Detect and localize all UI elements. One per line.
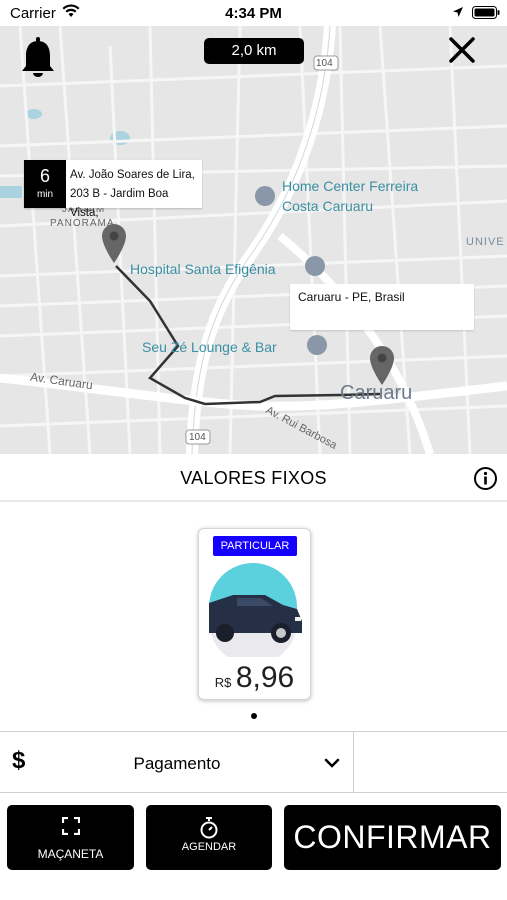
origin-address-line1: Av. João Soares de Lira, — [70, 169, 195, 181]
close-icon[interactable] — [448, 36, 476, 69]
origin-address: Av. João Soares de Lira, 203 B - Jardim … — [66, 160, 202, 219]
price-value: 8,96 — [235, 661, 295, 694]
page-indicator-dot — [251, 713, 257, 719]
battery-icon — [472, 6, 500, 24]
location-arrow-icon — [452, 5, 464, 23]
confirm-label: CONFIRMAR — [293, 819, 492, 855]
schedule-label: AGENDAR — [181, 841, 237, 853]
fares-header: VALORES FIXOS — [0, 454, 507, 502]
category-badge: PARTICULAR — [213, 536, 297, 556]
car-icon — [207, 561, 303, 665]
vehicle-option-card[interactable]: PARTICULAR R$ 8,96 — [198, 528, 311, 700]
place-univ: UNIVE — [466, 236, 505, 248]
fares-title: VALORES FIXOS — [180, 468, 327, 488]
route-map[interactable]: 104 104 Home Center Ferreira Costa Carua… — [0, 26, 507, 454]
eta-badge: 6 min — [24, 160, 66, 208]
eta-value: 6 — [39, 166, 50, 186]
payment-label: Pagamento — [133, 754, 221, 773]
chevron-down-icon — [324, 756, 340, 774]
place-home-center-1: Home Center Ferreira — [282, 178, 419, 194]
place-hospital: Hospital Santa Efigênia — [130, 261, 276, 277]
payment-row: $ Pagamento — [0, 731, 507, 793]
info-icon[interactable] — [473, 466, 498, 496]
origin-callout[interactable]: 6 min Av. João Soares de Lira, 203 B - J… — [24, 160, 202, 219]
handle-label: MAÇANETA — [37, 847, 104, 861]
confirm-button[interactable]: CONFIRMAR — [284, 805, 501, 870]
road-shield-104-top: 104 — [316, 58, 333, 69]
distance-pill: 2,0 km — [204, 38, 304, 64]
road-shield-104-bottom: 104 — [189, 432, 206, 443]
payment-select[interactable]: $ Pagamento — [0, 732, 354, 792]
scan-frame-icon — [7, 817, 134, 835]
eta-unit: min — [36, 189, 54, 200]
price-currency: R$ — [214, 675, 232, 690]
origin-pin-icon[interactable] — [100, 222, 128, 269]
destination-callout[interactable]: Caruaru - PE, Brasil — [290, 284, 474, 330]
status-bar: Carrier 4:34 PM — [0, 0, 507, 26]
bell-icon[interactable] — [20, 36, 56, 83]
place-home-center-2: Costa Caruaru — [282, 198, 374, 214]
handle-button[interactable]: MAÇANETA — [7, 805, 134, 870]
schedule-button[interactable]: AGENDAR — [146, 805, 272, 870]
price: R$ 8,96 — [199, 661, 310, 695]
destination-label: Caruaru - PE, Brasil — [298, 290, 405, 304]
origin-address-line2: 203 B - Jardim Boa Vista, — [70, 188, 169, 219]
place-lounge: Seu Zé Lounge & Bar — [142, 339, 277, 355]
status-time: 4:34 PM — [225, 5, 282, 22]
destination-pin-icon[interactable] — [368, 344, 396, 391]
stopwatch-icon — [146, 817, 272, 839]
